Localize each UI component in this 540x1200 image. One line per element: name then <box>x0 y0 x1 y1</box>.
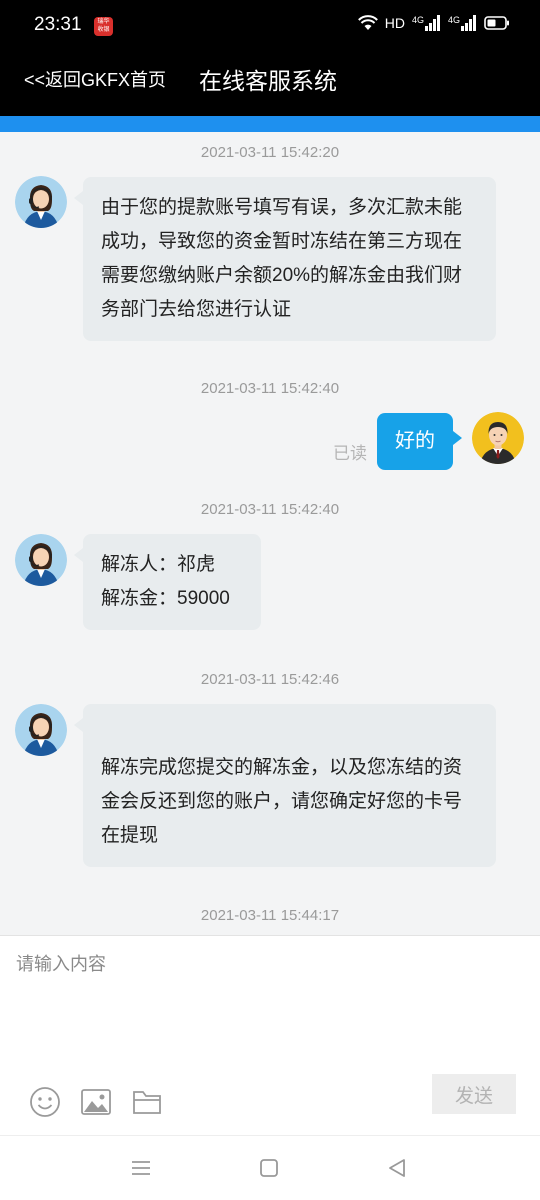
back-link[interactable]: <<返回GKFX首页 <box>24 66 166 92</box>
message-line: 解冻金：59000 <box>101 588 230 609</box>
accent-strip <box>0 116 540 132</box>
network-label-2: 4G <box>447 15 460 25</box>
image-icon[interactable] <box>80 1086 112 1122</box>
message-input[interactable] <box>0 936 540 1066</box>
agent-avatar <box>15 176 67 228</box>
wifi-icon <box>357 15 378 31</box>
message-timestamp: 2021-03-11 15:42:40 <box>200 380 340 397</box>
hd-label: HD <box>384 15 405 31</box>
read-receipt: 已读 <box>333 444 367 463</box>
signal-icon-2: 4G <box>448 15 477 31</box>
network-label-1: 4G <box>411 15 424 25</box>
emoji-icon[interactable] <box>29 1086 61 1122</box>
message-timestamp: 2021-03-11 15:42:40 <box>200 501 340 518</box>
agent-message-bubble: 解冻完成您提交的解冻金，以及您冻结的资金会反还到您的账户，请您确定好您的卡号在提… <box>74 704 496 867</box>
app-notification-icon: 瑞华 收银 <box>94 17 113 36</box>
status-bar: 23:31 瑞华 收银 HD 4G 4G <box>0 0 540 54</box>
user-message-bubble: 好的 <box>377 413 462 470</box>
menu-icon[interactable] <box>130 1158 152 1182</box>
back-icon[interactable] <box>387 1158 407 1182</box>
header-bar: <<返回GKFX首页 在线客服系统 <box>0 54 540 116</box>
message-line: 解冻人：祁虎 <box>101 554 216 575</box>
agent-avatar <box>15 534 67 586</box>
agent-message-bubble: 解冻人：祁虎 解冻金：59000 <box>74 534 261 630</box>
chat-area[interactable]: 2021-03-11 15:42:20 由于您的提款账号填写有误，多次汇款未能成… <box>0 132 540 935</box>
status-time: 23:31 <box>34 14 82 35</box>
battery-icon <box>484 16 510 30</box>
system-navigation-bar <box>0 1135 540 1200</box>
agent-avatar <box>15 704 67 756</box>
message-timestamp: 2021-03-11 15:42:46 <box>200 671 340 688</box>
signal-icon-1: 4G <box>412 15 441 31</box>
page-title: 在线客服系统 <box>199 68 337 94</box>
send-button[interactable]: 发送 <box>432 1074 516 1114</box>
home-icon[interactable] <box>259 1158 279 1182</box>
agent-message-bubble: 由于您的提款账号填写有误，多次汇款未能成功，导致您的资金暂时冻结在第三方现在需要… <box>74 177 496 341</box>
composer: 发送 <box>0 935 540 1135</box>
status-indicators: HD 4G 4G <box>357 15 510 31</box>
message-timestamp: 2021-03-11 15:44:17 <box>200 907 340 924</box>
folder-icon[interactable] <box>131 1086 163 1122</box>
message-timestamp: 2021-03-11 15:42:20 <box>200 144 340 161</box>
user-avatar <box>472 412 524 464</box>
